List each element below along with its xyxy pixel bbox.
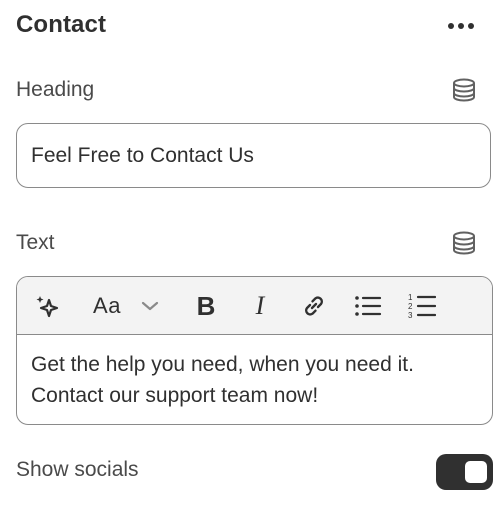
bulleted-list-button[interactable] xyxy=(352,291,384,321)
editor-content[interactable]: Get the help you need, when you need it.… xyxy=(17,335,492,411)
heading-input-value: Feel Free to Contact Us xyxy=(31,143,254,167)
format-dropdown-button[interactable] xyxy=(137,291,163,321)
heading-label: Heading xyxy=(16,78,95,101)
rich-text-editor[interactable]: Aa B I 1 2 3 Get the help you need, when… xyxy=(16,276,493,425)
italic-button[interactable]: I xyxy=(245,291,275,321)
heading-input[interactable]: Feel Free to Contact Us xyxy=(16,123,491,188)
show-socials-label: Show socials xyxy=(16,458,139,481)
panel-title: Contact xyxy=(16,11,107,38)
ellipsis-horizontal-icon xyxy=(448,23,474,29)
chevron-down-icon xyxy=(141,301,159,311)
link-icon xyxy=(305,296,323,316)
text-format-button[interactable]: Aa xyxy=(89,291,125,321)
numbered-list-icon: 1 2 3 xyxy=(408,293,436,320)
editor-toolbar: Aa B I 1 2 3 xyxy=(17,277,492,335)
database-icon[interactable] xyxy=(451,230,477,256)
bulleted-list-icon xyxy=(355,296,382,316)
italic-label: I xyxy=(255,291,265,320)
svg-text:3: 3 xyxy=(408,311,413,320)
ai-generate-button[interactable] xyxy=(31,291,63,321)
svg-text:1: 1 xyxy=(408,293,413,302)
bold-button[interactable]: B xyxy=(191,291,221,321)
bold-label: B xyxy=(196,290,216,321)
svg-text:2: 2 xyxy=(408,302,413,311)
toggle-knob xyxy=(465,461,487,483)
text-label: Text xyxy=(16,231,55,254)
format-label: Aa xyxy=(93,293,121,318)
link-button[interactable] xyxy=(298,291,330,321)
editor-line: Get the help you need, when you need it. xyxy=(31,353,414,376)
numbered-list-button[interactable]: 1 2 3 xyxy=(406,291,438,321)
database-icon[interactable] xyxy=(451,77,477,103)
show-socials-toggle[interactable] xyxy=(436,454,493,490)
sparkle-icon xyxy=(36,296,59,318)
more-actions-button[interactable] xyxy=(444,14,478,38)
editor-line: Contact our support team now! xyxy=(31,384,319,407)
